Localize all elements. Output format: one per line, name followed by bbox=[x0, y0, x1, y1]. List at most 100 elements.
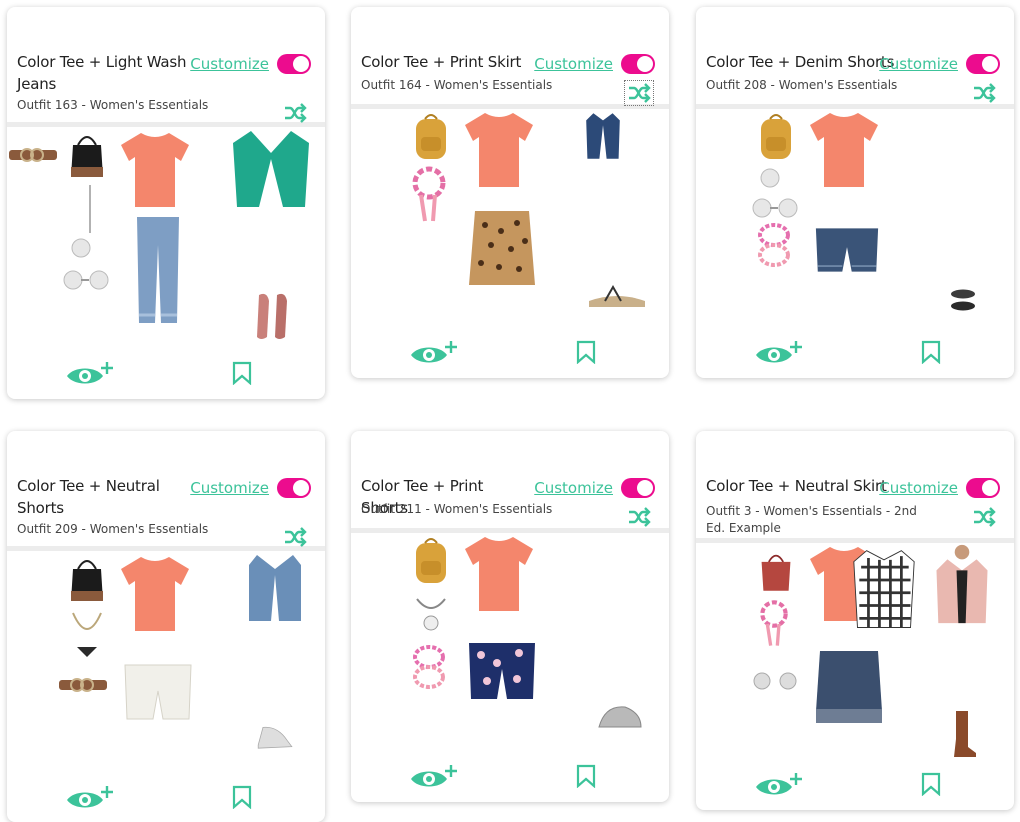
necklace-image[interactable] bbox=[85, 185, 95, 235]
tee-image[interactable] bbox=[463, 111, 535, 189]
shuffle-icon[interactable] bbox=[627, 507, 651, 527]
toggle-knob bbox=[982, 56, 998, 72]
shuffle-icon[interactable] bbox=[624, 80, 654, 106]
card-footer bbox=[696, 760, 1014, 810]
bookmark-icon[interactable] bbox=[232, 785, 252, 809]
shuffle-icon[interactable] bbox=[972, 83, 996, 103]
sneakers-image[interactable] bbox=[255, 717, 295, 757]
bookmark-icon[interactable] bbox=[921, 340, 941, 364]
leopard-skirt-image[interactable] bbox=[467, 209, 537, 289]
floral-shorts-image[interactable] bbox=[467, 641, 537, 701]
bangles-image[interactable] bbox=[409, 643, 449, 693]
toggle-knob bbox=[982, 480, 998, 496]
card-footer bbox=[696, 328, 1014, 378]
customize-link[interactable]: Customize bbox=[879, 55, 958, 73]
shuffle-icon[interactable] bbox=[283, 103, 307, 123]
card-subtitle: Outfit 209 - Women's Essentials bbox=[17, 522, 209, 536]
outfit-toggle[interactable] bbox=[277, 54, 311, 74]
slip-on-shoes-image[interactable] bbox=[595, 699, 645, 739]
outfit-toggle[interactable] bbox=[621, 54, 655, 74]
card-footer bbox=[351, 752, 669, 802]
outfit-toggle[interactable] bbox=[621, 478, 655, 498]
card-header: Color Tee + Neutral Shorts Outfit 209 - … bbox=[7, 431, 325, 551]
backpack-image[interactable] bbox=[758, 111, 794, 161]
bangles-image[interactable] bbox=[754, 221, 794, 271]
card-footer bbox=[351, 328, 669, 378]
outfit-toggle[interactable] bbox=[966, 478, 1000, 498]
outfit-items bbox=[696, 109, 1014, 328]
outfit-toggle[interactable] bbox=[966, 54, 1000, 74]
customize-link[interactable]: Customize bbox=[190, 479, 269, 497]
flats-image[interactable] bbox=[253, 291, 293, 341]
denim-skirt-image[interactable] bbox=[814, 649, 884, 725]
card-title: Color Tee + Denim Shorts bbox=[706, 53, 895, 71]
cardigan-image[interactable] bbox=[231, 129, 311, 209]
eye-plus-icon[interactable] bbox=[754, 772, 804, 798]
tee-image[interactable] bbox=[119, 555, 191, 633]
toggle-knob bbox=[637, 56, 653, 72]
bookmark-icon[interactable] bbox=[576, 340, 596, 364]
tee-image[interactable] bbox=[463, 535, 535, 613]
tote-bag-image[interactable] bbox=[69, 129, 105, 179]
customize-link[interactable]: Customize bbox=[534, 479, 613, 497]
loafers-image[interactable] bbox=[946, 285, 980, 315]
shuffle-icon[interactable] bbox=[283, 527, 307, 547]
belt-image[interactable] bbox=[59, 675, 107, 695]
scarf-image[interactable] bbox=[411, 165, 447, 225]
earrings-image[interactable] bbox=[63, 265, 113, 295]
card-footer bbox=[7, 349, 325, 399]
outfit-items bbox=[696, 543, 1014, 760]
denim-jacket-image[interactable] bbox=[585, 111, 621, 161]
belt-image[interactable] bbox=[9, 145, 57, 165]
customize-link[interactable]: Customize bbox=[190, 55, 269, 73]
pink-jacket-image[interactable] bbox=[932, 543, 992, 625]
card-subtitle: Outfit 208 - Women's Essentials bbox=[706, 78, 898, 92]
earrings-image[interactable] bbox=[752, 193, 802, 223]
backpack-image[interactable] bbox=[413, 535, 449, 585]
card-footer bbox=[7, 773, 325, 822]
card-header: Color Tee + Denim Shorts Outfit 208 - Wo… bbox=[696, 7, 1014, 109]
pearl-earring-image[interactable] bbox=[758, 167, 782, 189]
outfit-items bbox=[351, 109, 669, 328]
card-subtitle: Outfit 163 - Women's Essentials bbox=[17, 98, 209, 112]
eye-plus-icon[interactable] bbox=[65, 361, 115, 387]
outfit-toggle[interactable] bbox=[277, 478, 311, 498]
pearl-earring-image[interactable] bbox=[69, 237, 93, 259]
gingham-shirt-image[interactable] bbox=[852, 547, 916, 633]
card-subtitle: Outfit 211 - Women's Essentials bbox=[361, 502, 553, 516]
red-bag-image[interactable] bbox=[758, 545, 794, 595]
card-header: Color Tee + Neutral Skirt Outfit 3 - Wom… bbox=[696, 431, 1014, 543]
bookmark-icon[interactable] bbox=[232, 361, 252, 385]
outfit-items bbox=[7, 127, 325, 349]
tee-image[interactable] bbox=[119, 131, 191, 209]
outfit-items bbox=[351, 533, 669, 752]
denim-shorts-image[interactable] bbox=[814, 225, 880, 275]
sandals-image[interactable] bbox=[587, 281, 647, 311]
card-title: Color Tee + Light Wash Jeans bbox=[17, 53, 187, 93]
bookmark-icon[interactable] bbox=[576, 764, 596, 788]
stud-earrings-image[interactable] bbox=[750, 669, 800, 693]
toggle-knob bbox=[293, 56, 309, 72]
white-shorts-image[interactable] bbox=[123, 663, 193, 721]
eye-plus-icon[interactable] bbox=[754, 340, 804, 366]
eye-plus-icon[interactable] bbox=[65, 785, 115, 811]
scarf-image[interactable] bbox=[756, 599, 792, 649]
customize-link[interactable]: Customize bbox=[534, 55, 613, 73]
card-header: Color Tee + Light Wash Jeans Outfit 163 … bbox=[7, 7, 325, 127]
tote-bag-image[interactable] bbox=[69, 553, 105, 603]
jeans-image[interactable] bbox=[133, 215, 183, 325]
denim-vest-image[interactable] bbox=[245, 553, 305, 623]
outfit-card-4: Color Tee + Neutral Shorts Outfit 209 - … bbox=[7, 431, 325, 822]
bookmark-icon[interactable] bbox=[921, 772, 941, 796]
eye-plus-icon[interactable] bbox=[409, 340, 459, 366]
backpack-image[interactable] bbox=[413, 111, 449, 161]
pendant-necklace-image[interactable] bbox=[413, 597, 449, 633]
boot-image[interactable] bbox=[948, 709, 978, 759]
toggle-knob bbox=[637, 480, 653, 496]
eye-plus-icon[interactable] bbox=[409, 764, 459, 790]
card-title: Color Tee + Print Skirt bbox=[361, 53, 522, 71]
shuffle-icon[interactable] bbox=[972, 507, 996, 527]
statement-necklace-image[interactable] bbox=[69, 611, 105, 661]
customize-link[interactable]: Customize bbox=[879, 479, 958, 497]
tee-image[interactable] bbox=[808, 111, 880, 189]
